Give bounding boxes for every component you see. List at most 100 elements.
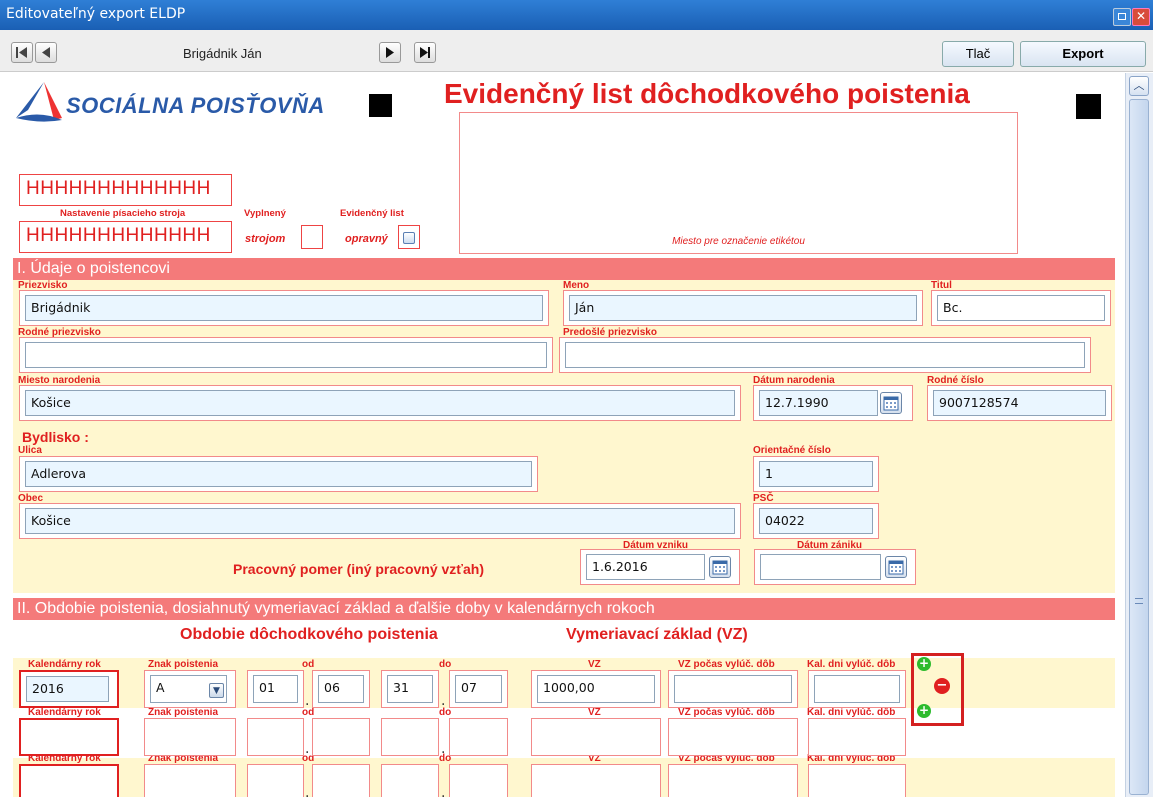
title-input[interactable]: Bc.: [937, 295, 1105, 321]
correction-checkbox-frame: [398, 225, 420, 249]
window-titlebar: Editovateľný export ELDP ✕: [0, 0, 1153, 30]
end-date-calendar-button[interactable]: [885, 556, 907, 578]
from-month-input[interactable]: 06: [318, 675, 364, 703]
street-input[interactable]: Adlerova: [25, 461, 532, 487]
vz-excl-input[interactable]: [668, 718, 798, 756]
to-day-input[interactable]: 31: [387, 675, 433, 703]
label-area-text: Miesto pre označenie etikétou: [672, 236, 805, 247]
date-separator: .: [305, 741, 310, 757]
year-input[interactable]: [19, 718, 119, 756]
registration-mark: [369, 94, 392, 117]
toolbar: Brigádnik Ján Tlač Export: [0, 30, 1153, 72]
housenum-input[interactable]: 1: [759, 461, 873, 487]
birthplace-input[interactable]: Košice: [25, 390, 735, 416]
to-month-field: 07: [449, 670, 508, 708]
days-excl-input[interactable]: [814, 675, 900, 703]
from-month-input[interactable]: [312, 764, 370, 797]
to-month-input[interactable]: [449, 718, 508, 756]
print-button[interactable]: Tlač: [942, 41, 1014, 67]
vertical-scrollbar[interactable]: ︿: [1125, 73, 1153, 797]
birth-surname-input[interactable]: [25, 342, 547, 368]
year-field: 2016: [19, 670, 119, 708]
title-field: Bc.: [931, 290, 1111, 326]
year-input[interactable]: [19, 764, 119, 797]
col-year-label: Kalendárny rok: [28, 707, 101, 718]
record-sub-label: opravný: [345, 233, 388, 245]
zip-field: 04022: [753, 503, 879, 539]
last-record-button[interactable]: [414, 42, 436, 63]
scrollbar-thumb[interactable]: [1129, 99, 1149, 795]
close-icon[interactable]: ✕: [1132, 8, 1150, 26]
date-separator: .: [441, 693, 446, 709]
prev-icon: [42, 47, 50, 58]
export-button[interactable]: Export: [1020, 41, 1146, 67]
col-sign-label: Znak poistenia: [148, 659, 219, 670]
to-day-input[interactable]: [381, 718, 439, 756]
year-input[interactable]: 2016: [26, 676, 109, 702]
housenum-field: 1: [753, 456, 879, 492]
skip-first-icon: [16, 47, 27, 58]
prev-record-button[interactable]: [35, 42, 57, 63]
filled-label: Vyplnený: [244, 208, 286, 219]
end-date-input[interactable]: [760, 554, 881, 580]
chevron-down-icon[interactable]: ▼: [209, 683, 224, 698]
sign-select[interactable]: [144, 764, 236, 797]
filled-checkbox[interactable]: [301, 225, 323, 249]
birthdate-calendar-button[interactable]: [880, 392, 902, 414]
sign-select[interactable]: [144, 718, 236, 756]
vz-excl-input[interactable]: [668, 764, 798, 797]
city-input[interactable]: Košice: [25, 508, 735, 534]
birthdate-field: 12.7.1990: [753, 385, 913, 421]
start-date-calendar-button[interactable]: [709, 556, 731, 578]
record-label: Evidenčný list: [340, 208, 404, 219]
remove-row-icon[interactable]: −: [934, 678, 950, 694]
col-vz-label: VZ: [588, 659, 601, 670]
to-month-input[interactable]: [449, 764, 508, 797]
from-day-input[interactable]: 01: [253, 675, 298, 703]
from-day-input[interactable]: [247, 718, 304, 756]
calendar-icon: [712, 560, 728, 575]
col-sign-label: Znak poistenia: [148, 707, 219, 718]
add-row-below-icon[interactable]: +: [917, 704, 931, 718]
prev-surname-input[interactable]: [565, 342, 1085, 368]
from-day-input[interactable]: [247, 764, 304, 797]
days-excl-input[interactable]: [808, 764, 906, 797]
vz-excl-input[interactable]: [674, 675, 792, 703]
name-input[interactable]: Ján: [569, 295, 917, 321]
to-day-input[interactable]: [381, 764, 439, 797]
col-from-label: od: [302, 659, 315, 670]
birthnum-input[interactable]: 9007128574: [933, 390, 1106, 416]
label-area: Miesto pre označenie etikétou: [459, 112, 1018, 254]
days-excl-input[interactable]: [808, 718, 906, 756]
filled-sub-label: strojom: [245, 233, 286, 245]
correction-checkbox[interactable]: [403, 232, 415, 244]
surname-input[interactable]: Brigádnik: [25, 295, 543, 321]
add-row-above-icon[interactable]: +: [917, 657, 931, 671]
birthplace-field: Košice: [19, 385, 741, 421]
housenum-label: Orientačné číslo: [753, 445, 831, 456]
date-separator: .: [305, 785, 310, 797]
zip-input[interactable]: 04022: [759, 508, 873, 534]
col-to-label: do: [439, 659, 452, 670]
vz-input[interactable]: 1000,00: [537, 675, 655, 703]
eldp-form: SOCIÁLNA POISŤOVŇA Evidenčný list dôchod…: [0, 73, 1125, 797]
to-month-input[interactable]: 07: [455, 675, 502, 703]
period-heading: Obdobie dôchodkového poistenia: [180, 626, 438, 643]
scroll-up-icon[interactable]: ︿: [1129, 76, 1149, 96]
maximize-icon[interactable]: [1113, 8, 1131, 26]
section-2-header: II. Obdobie poistenia, dosiahnutý vymeri…: [13, 598, 1115, 620]
typewriter-test-2: HHHHHHHHHHHHH: [19, 221, 232, 253]
surname-field: Brigádnik: [19, 290, 549, 326]
first-record-button[interactable]: [11, 42, 33, 63]
calendar-icon: [883, 396, 899, 411]
from-month-input[interactable]: [312, 718, 370, 756]
next-record-button[interactable]: [379, 42, 401, 63]
vz-input[interactable]: [531, 764, 661, 797]
vz-input[interactable]: [531, 718, 661, 756]
to-day-field: 31: [381, 670, 439, 708]
from-month-field: 06: [312, 670, 370, 708]
start-date-input[interactable]: 1.6.2016: [586, 554, 705, 580]
from-day-field: 01: [247, 670, 304, 708]
birthdate-input[interactable]: 12.7.1990: [759, 390, 878, 416]
birthnum-field: 9007128574: [927, 385, 1112, 421]
